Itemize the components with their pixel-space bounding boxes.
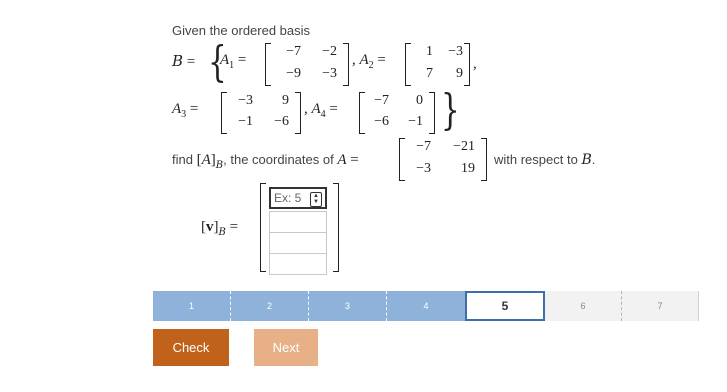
progress-bar: 1 2 3 4 5 6 7	[153, 291, 699, 321]
answer-input-1[interactable]: Ex: 5 ▲ ▼	[269, 187, 327, 209]
progress-step-4[interactable]: 4	[387, 291, 465, 321]
wrt-text: with respect to B.	[494, 152, 596, 168]
matrix-a2: 1 −3 7 9	[405, 43, 470, 86]
progress-step-1[interactable]: 1	[153, 291, 231, 321]
a1-label: A1 =	[220, 52, 247, 71]
answer-input-2[interactable]	[269, 211, 327, 233]
progress-step-3[interactable]: 3	[309, 291, 387, 321]
check-button[interactable]: Check	[153, 329, 229, 366]
progress-step-7[interactable]: 7	[622, 291, 699, 321]
a2-label: , A2 =	[352, 52, 386, 71]
spinner-icon[interactable]: ▲ ▼	[310, 192, 322, 207]
progress-step-2[interactable]: 2	[231, 291, 309, 321]
next-button[interactable]: Next	[254, 329, 318, 366]
a4-label: , A4 =	[304, 101, 338, 120]
question-intro: Given the ordered basis	[172, 23, 311, 38]
answer-input-4[interactable]	[269, 253, 327, 275]
right-brace: }	[441, 85, 460, 134]
matrix-a: −7 −21 −3 19	[399, 138, 487, 181]
answer-input-3[interactable]	[269, 232, 327, 254]
answer-label: [v]B =	[201, 219, 239, 238]
progress-step-5[interactable]: 5	[465, 291, 545, 321]
a3-label: A3 =	[172, 101, 199, 120]
progress-step-6[interactable]: 6	[545, 291, 622, 321]
matrix-a3: −3 9 −1 −6	[221, 92, 301, 134]
matrix-a1: −7 −2 −9 −3	[265, 43, 349, 86]
matrix-a4: −7 0 −6 −1	[359, 92, 435, 134]
basis-label: B =	[172, 52, 196, 70]
find-line: find [A]B, the coordinates of A =	[172, 152, 359, 171]
